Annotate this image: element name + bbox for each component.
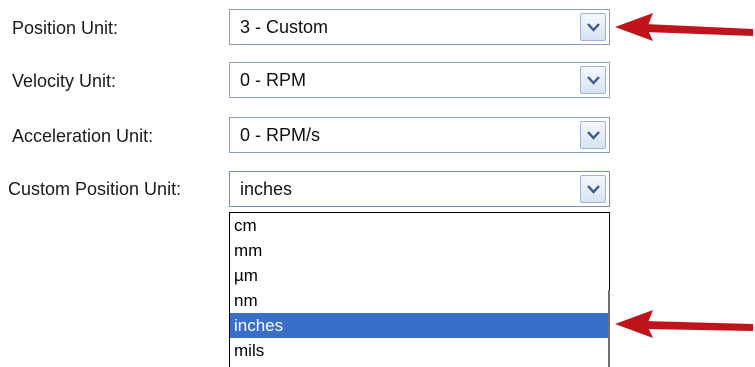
list-item-mm[interactable]: mm bbox=[230, 238, 609, 263]
units-form: Position Unit: 3 - Custom Velocity Unit:… bbox=[0, 0, 755, 367]
chevron-down-icon bbox=[587, 76, 600, 85]
red-arrow-icon bbox=[615, 13, 753, 41]
position-unit-value: 3 - Custom bbox=[240, 17, 329, 37]
position-unit-select[interactable]: 3 - Custom bbox=[229, 9, 610, 45]
velocity-unit-value: 0 - RPM bbox=[240, 70, 307, 90]
list-item-cm[interactable]: cm bbox=[230, 213, 609, 238]
custom-position-unit-value: inches bbox=[240, 179, 293, 199]
custom-position-unit-label: Custom Position Unit: bbox=[8, 179, 182, 199]
custom-position-unit-list: cm mm µm nm inches mils bbox=[229, 212, 610, 367]
acceleration-unit-dropdown-button[interactable] bbox=[580, 121, 606, 149]
velocity-unit-select[interactable]: 0 - RPM bbox=[229, 62, 610, 98]
list-item-nm[interactable]: nm bbox=[230, 288, 609, 313]
custom-position-unit-select[interactable]: inches bbox=[229, 171, 610, 207]
acceleration-unit-label: Acceleration Unit: bbox=[12, 126, 154, 146]
velocity-unit-dropdown-button[interactable] bbox=[580, 66, 606, 94]
red-arrow-icon bbox=[615, 310, 753, 338]
list-item-mils[interactable]: mils bbox=[230, 338, 609, 363]
list-item-inches[interactable]: inches bbox=[230, 313, 609, 338]
chevron-down-icon bbox=[587, 131, 600, 140]
position-unit-label: Position Unit: bbox=[12, 18, 119, 38]
acceleration-unit-select[interactable]: 0 - RPM/s bbox=[229, 117, 610, 153]
list-item-um[interactable]: µm bbox=[230, 263, 609, 288]
acceleration-unit-value: 0 - RPM/s bbox=[240, 125, 321, 145]
chevron-down-icon bbox=[587, 185, 600, 194]
position-unit-dropdown-button[interactable] bbox=[580, 13, 606, 41]
chevron-down-icon bbox=[587, 23, 600, 32]
custom-position-unit-dropdown-button[interactable] bbox=[580, 175, 606, 203]
list-scrollbar[interactable] bbox=[608, 290, 610, 367]
velocity-unit-label: Velocity Unit: bbox=[12, 71, 117, 91]
